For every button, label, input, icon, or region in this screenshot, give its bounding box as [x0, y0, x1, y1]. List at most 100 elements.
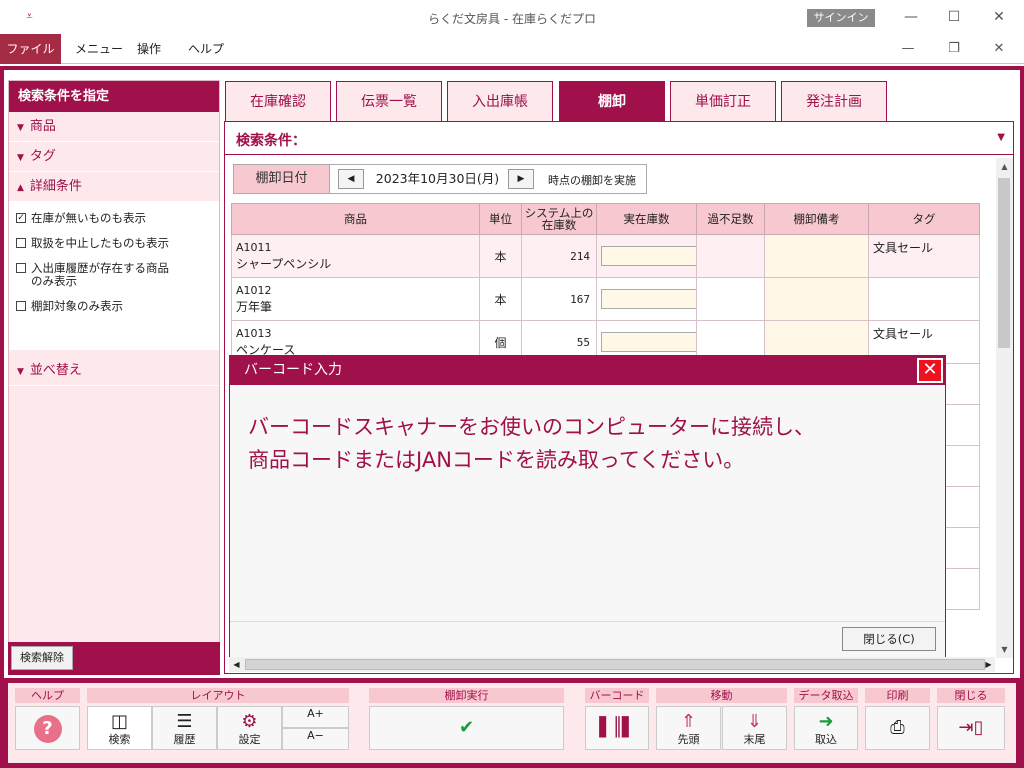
stocktake-date-suffix: 時点の棚卸を実施 [548, 174, 636, 187]
printer-icon: ⎙ [890, 717, 905, 738]
checkbox-icon[interactable] [16, 301, 26, 311]
product-name: シャープペンシル [236, 257, 332, 271]
tag-cell: 文具セール [868, 234, 980, 278]
question-icon: ? [33, 715, 62, 743]
checkbox-icon[interactable] [16, 238, 26, 248]
tab-stock-check[interactable]: 在庫確認 [225, 81, 331, 121]
checkbox-show-no-stock[interactable]: ✓ 在庫が無いものも表示 [9, 212, 219, 225]
checkbox-icon[interactable] [16, 263, 26, 273]
section-sort[interactable]: ▼ 並べ替え [9, 356, 219, 386]
tab-stocktake[interactable]: 棚卸 [559, 81, 665, 121]
col-header-memo[interactable]: 棚卸備考 [764, 203, 869, 235]
title-bar: ⩡ らくだ文房具 - 在庫らくだプロ サインイン — ☐ ✕ [0, 0, 1024, 34]
caret-up-icon: ▲ [17, 183, 24, 193]
checkbox-has-history[interactable]: 入出庫履歴が存在する商品のみ表示 [9, 262, 179, 288]
search-condition-label: 検索条件： [236, 133, 306, 149]
col-header-product[interactable]: 商品 [231, 203, 480, 235]
menu-menu[interactable]: メニュー [75, 34, 123, 64]
move-first-button[interactable]: ⇑ 先頭 [656, 706, 721, 750]
tab-inout-ledger[interactable]: 入出庫帳 [447, 81, 553, 121]
col-header-difference[interactable]: 過不足数 [696, 203, 765, 235]
dialog-close-button[interactable]: 閉じる(C) [842, 627, 936, 651]
move-last-button[interactable]: ⇓ 末尾 [722, 706, 787, 750]
clear-search-button[interactable]: 検索解除 [11, 646, 73, 670]
minimize-icon[interactable]: — [898, 6, 924, 28]
section-tag[interactable]: ▼ タグ [9, 142, 219, 172]
barcode-button[interactable]: ▌║▌ [585, 706, 649, 750]
col-header-unit[interactable]: 単位 [479, 203, 522, 235]
horizontal-scroll-thumb[interactable] [245, 659, 985, 670]
layout-settings-button[interactable]: ⚙ 設定 [217, 706, 282, 750]
box-check-icon: ✔ [458, 717, 475, 738]
scroll-down-icon[interactable]: ▼ [996, 641, 1013, 658]
stocktake-date-value[interactable]: 2023年10月30日(月) [365, 169, 510, 189]
product-cell: A1011 シャープペンシル [231, 234, 480, 278]
close-icon[interactable]: ✕ [986, 6, 1012, 28]
mdi-restore-icon[interactable]: ❐ [941, 38, 967, 60]
memo-cell[interactable] [764, 234, 869, 278]
checkbox-show-discontinued[interactable]: 取扱を中止したものも表示 [9, 237, 219, 250]
menu-help[interactable]: ヘルプ [188, 34, 224, 64]
col-header-actual-qty[interactable]: 実在庫数 [596, 203, 697, 235]
mdi-minimize-icon[interactable]: — [895, 38, 921, 60]
close-app-button[interactable]: ⇥▯ [937, 706, 1005, 750]
product-code: A1011 [236, 241, 272, 254]
font-increase-button[interactable]: A+ [282, 706, 349, 728]
tab-order-plan[interactable]: 発注計画 [781, 81, 887, 121]
group-print: 印刷 ⎙ [865, 688, 930, 752]
col-header-system-qty[interactable]: システム上の在庫数 [521, 203, 597, 235]
system-qty-cell: 214 [521, 234, 597, 278]
caret-down-icon: ▼ [17, 367, 24, 377]
scroll-left-icon[interactable]: ◀ [229, 657, 244, 672]
section-product[interactable]: ▼ 商品 [9, 112, 219, 142]
help-button[interactable]: ? [15, 706, 80, 750]
print-button[interactable]: ⎙ [865, 706, 930, 750]
group-close: 閉じる ⇥▯ [937, 688, 1005, 752]
table-header-row: 商品 単位 システム上の在庫数 実在庫数 過不足数 棚卸備考 タグ [231, 203, 980, 235]
table-row[interactable]: A1011 シャープペンシル 本 214 文具セール [231, 234, 980, 278]
mdi-close-icon[interactable]: ✕ [986, 38, 1012, 60]
panel-header: 検索条件を指定 [9, 81, 219, 112]
execute-stocktake-button[interactable]: ✔ [369, 706, 564, 750]
group-move: 移動 ⇑ 先頭 ⇓ 末尾 [656, 688, 787, 752]
scroll-up-icon[interactable]: ▲ [996, 158, 1013, 175]
group-import: データ取込 ➜ 取込 [794, 688, 858, 752]
caret-down-icon: ▼ [17, 123, 24, 133]
maximize-icon[interactable]: ☐ [941, 6, 967, 28]
layout-search-button[interactable]: ◫ 検索 [87, 706, 152, 750]
table-row[interactable]: A1012 万年筆 本 167 [231, 277, 980, 321]
section-detail[interactable]: ▲ 詳細条件 [9, 172, 219, 202]
next-date-button[interactable]: ▶ [508, 169, 534, 189]
menu-operation[interactable]: 操作 [137, 34, 161, 64]
menu-file[interactable]: ファイル [0, 34, 61, 64]
dialog-close-icon[interactable]: ✕ [917, 358, 943, 383]
tab-price-correction[interactable]: 単価訂正 [670, 81, 776, 121]
expand-down-icon[interactable]: ▼ [997, 132, 1005, 143]
checkbox-checked-icon[interactable]: ✓ [16, 213, 26, 223]
col-header-tag[interactable]: タグ [868, 203, 980, 235]
barcode-icon: ▌║▌ [599, 717, 636, 738]
menu-bar: ファイル メニュー 操作 ヘルプ — ❐ ✕ [0, 34, 1024, 64]
group-stocktake: 棚卸実行 ✔ [369, 688, 564, 752]
font-decrease-button[interactable]: A− [282, 728, 349, 750]
vertical-scroll-thumb[interactable] [998, 178, 1010, 348]
scroll-right-icon[interactable]: ▶ [981, 657, 996, 672]
difference-cell [696, 277, 765, 321]
horizontal-scrollbar[interactable]: ◀ ▶ [229, 657, 995, 672]
tab-slip-list[interactable]: 伝票一覧 [336, 81, 442, 121]
actual-qty-input[interactable] [601, 289, 697, 309]
prev-date-button[interactable]: ◀ [338, 169, 364, 189]
group-help: ヘルプ ? [15, 688, 80, 752]
signin-button[interactable]: サインイン [807, 9, 875, 27]
actual-qty-input[interactable] [601, 246, 697, 266]
actual-qty-input[interactable] [601, 332, 697, 352]
stocktake-date-label: 棚卸日付 [234, 165, 330, 193]
checkbox-stocktake-only[interactable]: 棚卸対象のみ表示 [9, 300, 219, 313]
gear-icon: ⚙ [241, 711, 258, 732]
vertical-scrollbar[interactable]: ▲ ▼ [996, 158, 1013, 658]
memo-cell[interactable] [764, 277, 869, 321]
search-condition-bar[interactable]: 検索条件： ▼ [225, 122, 1013, 155]
layout-history-button[interactable]: ☰ 履歴 [152, 706, 217, 750]
data-import-button[interactable]: ➜ 取込 [794, 706, 858, 750]
unit-cell: 本 [479, 277, 522, 321]
